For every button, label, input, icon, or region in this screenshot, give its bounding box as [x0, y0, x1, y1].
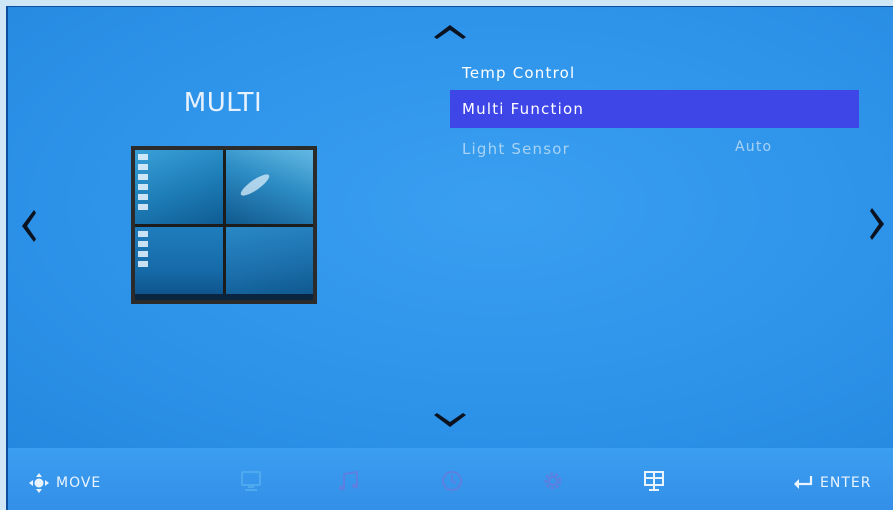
preview-tile-bottom-left [135, 226, 223, 300]
dpad-icon [28, 472, 50, 494]
chevron-right-icon[interactable] [868, 206, 888, 242]
preview-tile-top-left [135, 150, 223, 224]
menu-item-temp-control[interactable]: Temp Control [450, 54, 859, 92]
layout-icon[interactable] [641, 468, 667, 494]
menu-item-light-sensor[interactable]: Light Sensor [450, 130, 859, 168]
menu-item-multi-function[interactable]: Multi Function [450, 90, 859, 128]
preview-tile-top-right [225, 150, 313, 224]
clock-icon[interactable] [439, 468, 465, 494]
enter-hint: ENTER [792, 470, 871, 496]
monitor-icon[interactable] [238, 468, 264, 494]
chevron-left-icon[interactable] [18, 208, 38, 244]
enter-icon [792, 474, 814, 492]
panel-title: MULTI [183, 88, 263, 118]
move-label: MOVE [56, 475, 102, 491]
light-sensor-value: Auto [735, 139, 773, 155]
multi-screen-preview-image [131, 146, 317, 304]
move-hint: MOVE [28, 470, 101, 496]
preview-tile-bottom-right [225, 226, 313, 300]
gear-icon[interactable] [540, 468, 566, 494]
music-icon[interactable] [336, 468, 362, 494]
enter-label: ENTER [820, 475, 872, 491]
preview-taskbar [135, 294, 313, 300]
chevron-down-icon[interactable] [432, 412, 468, 430]
chevron-up-icon[interactable] [432, 22, 468, 40]
